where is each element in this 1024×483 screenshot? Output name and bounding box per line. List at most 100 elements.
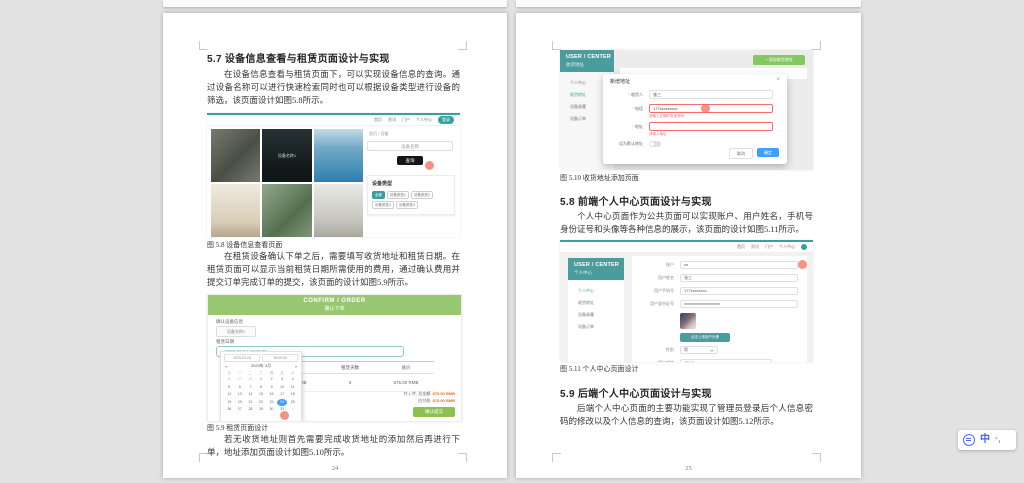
calendar-day-cell: 7 bbox=[249, 384, 252, 389]
fig510-default-toggle bbox=[649, 141, 661, 147]
ime-punctuation-toggle[interactable]: °， bbox=[995, 437, 1005, 444]
previous-page-edge-left bbox=[163, 0, 507, 7]
ime-logo-icon[interactable] bbox=[963, 434, 975, 446]
fig511-sidebar-subtitle: 个人中心 bbox=[574, 270, 592, 275]
fig511-nav-link: 门户 bbox=[765, 244, 773, 249]
calendar-day-cell: 8 bbox=[260, 384, 262, 389]
calendar-day-cell: 22 bbox=[259, 399, 263, 404]
fig59-table-cell: 875.00 RMB bbox=[378, 374, 434, 392]
fig511-account-label: 账户 bbox=[666, 262, 674, 267]
fig511-email-input: 123@qq.com bbox=[680, 359, 772, 362]
fig59-payable-amount: 875.00 RMB bbox=[432, 398, 455, 403]
calendar-day-cell: 3 bbox=[281, 377, 284, 381]
fig58-filter-chip: 设备类型3 bbox=[372, 201, 394, 209]
close-icon: × bbox=[776, 77, 780, 83]
fig511-account-input: zs bbox=[680, 261, 798, 269]
equipment-photo bbox=[262, 184, 312, 237]
calendar-day-cell: 4 bbox=[291, 377, 294, 381]
fig59-table-header-cell: 总价 bbox=[378, 361, 434, 374]
fig58-nav-link: 首页 bbox=[374, 117, 382, 122]
calendar-day-cell: 30 bbox=[269, 407, 274, 411]
fig511-phone-input: 177xxxxxxxx bbox=[680, 287, 798, 295]
figure-5-8-equipment-page: 首页 资讯 门户 个人中心 登录 设备名称1 首页 / 设备 设备名称 查询 设… bbox=[207, 113, 460, 237]
calendar-day-cell: 13 bbox=[237, 392, 242, 396]
fig510-sidebar-subtitle: 收货地址 bbox=[566, 62, 584, 67]
calendar-day-cell: 2 bbox=[270, 377, 273, 381]
fig510-receiver-input: 张三 bbox=[649, 90, 773, 99]
fig59-summary-amount: 875.00 RMB bbox=[432, 391, 455, 396]
fig59-summary-label: 共 1 件, 总金额: bbox=[403, 391, 432, 396]
calendar-day-cell: 1 bbox=[291, 407, 294, 411]
calendar-day-cell: 16 bbox=[269, 392, 274, 396]
fig510-phone-error: 请输入正确的电话号码 bbox=[649, 114, 684, 118]
fig58-filter-chip: 设备类型4 bbox=[395, 201, 418, 209]
fig511-name-label: 用户姓名 bbox=[658, 275, 674, 280]
fig511-sidebar-items: 个人中心 收货地址 设备收藏 设备订单 bbox=[568, 280, 624, 333]
fig510-phone-input: 177xxxxxxxxx bbox=[649, 104, 773, 113]
fig59-device-label: 确认设备信息 bbox=[216, 319, 243, 324]
section-heading-5-9: 5.9 后端个人中心页面设计与实现 bbox=[560, 389, 712, 400]
fig58-photo-grid: 设备名称1 bbox=[211, 129, 363, 237]
margin-mark bbox=[552, 453, 561, 462]
paragraph: 个人中心页面作为公共页面可以实现账户、用户姓名，手机号身份证号和头像等各种信息的… bbox=[560, 211, 813, 234]
next-month-icon: » bbox=[294, 363, 297, 369]
fig59-table-cell: 3 bbox=[322, 374, 378, 392]
fig58-filter-card: 设备类型 全部 设备类型1 设备类型2 设备类型3 设备类型4 bbox=[367, 175, 455, 215]
calendar-day-cell: 19 bbox=[227, 399, 232, 404]
fig59-payable-line: 应付款: 875.00 RMB bbox=[418, 398, 455, 404]
fig510-address-error: 请输入地址 bbox=[649, 132, 667, 136]
fig511-phone-label: 用户手机号 bbox=[654, 288, 674, 293]
ime-language-toggle[interactable]: 中 bbox=[980, 435, 990, 445]
required-mark: * bbox=[632, 106, 634, 111]
fig511-nav-link: 个人中心 bbox=[779, 244, 795, 249]
ime-status-bar[interactable]: 中 °， bbox=[958, 430, 1016, 450]
fig510-receiver-label: 收货人 bbox=[631, 92, 643, 97]
figure-5-10-address-page: USER / CENTER 收货地址 个人中心 收货地址 设备收藏 设备订单 +… bbox=[560, 50, 813, 170]
calendar-day-cell: 21 bbox=[248, 399, 253, 404]
fig59-datepicker-time-field: 18:00:00 bbox=[262, 354, 298, 362]
fig510-modal-title: 新增地址 bbox=[610, 79, 631, 85]
fig511-sidebar-item: 收货地址 bbox=[578, 300, 594, 305]
fig510-sidebar-title: USER / CENTER bbox=[566, 54, 612, 60]
document-page-24: 5.7 设备信息查看与租赁页面设计与实现 在设备信息查看与租赁页面下，可以实现设… bbox=[163, 13, 507, 478]
paragraph: 在租赁设备确认下单之后，需要填写收货地址和租赁日期。在租赁页面可以显示当前租赁日… bbox=[207, 251, 460, 287]
fig59-calendar-nav: « 2023年 3月 » bbox=[221, 362, 301, 370]
figure-caption: 图 5.8 设备信息查看页面 bbox=[207, 241, 283, 249]
fig58-filter-title: 设备类型 bbox=[372, 181, 393, 187]
calendar-day-cell: 1 bbox=[260, 377, 262, 381]
fig510-phone-row: *电话 177xxxxxxxxx bbox=[603, 104, 787, 114]
fig59-datepicker-date-field: 2023-03-24 bbox=[224, 354, 260, 362]
calendar-day-cell: 28 bbox=[248, 407, 253, 411]
calendar-days: 26 27 28 1 2 3 4 5 6 7 8 9 10 11 12 13 14 15 16 17 18 19 20 21 2… bbox=[221, 376, 301, 414]
fig511-email-label: 用户邮箱 bbox=[632, 359, 674, 362]
calendar-day-cell: 24 bbox=[276, 398, 288, 406]
calendar-day-cell: 11 bbox=[290, 384, 295, 389]
fig59-header: CONFIRM / ORDER 确认下单 bbox=[208, 295, 461, 315]
equipment-photo-label: 设备名称1 bbox=[277, 152, 297, 158]
fig511-sidebar: USER / CENTER 个人中心 个人中心 收货地址 设备收藏 设备订单 bbox=[568, 258, 624, 362]
calendar-day-cell: 27 bbox=[237, 377, 242, 381]
fig59-table-header-cell: 租赁天数 bbox=[322, 361, 378, 374]
fig59-payable-label: 应付款: bbox=[418, 398, 432, 403]
calendar-day-cell: 14 bbox=[248, 392, 253, 396]
fig510-add-address-modal: 新增地址 × * 收货人 张三 *电话 177xxxxxxxxx 请输入正确的电话… bbox=[603, 74, 787, 164]
fig58-nav-link: 资讯 bbox=[388, 117, 396, 122]
fig510-cancel-button: 取消 bbox=[729, 148, 753, 159]
calendar-day-cell: 25 bbox=[290, 399, 295, 404]
calendar-day-cell: 26 bbox=[227, 377, 232, 381]
fig58-login-button: 登录 bbox=[438, 116, 454, 124]
fig510-default-label: 设为默认地址 bbox=[619, 141, 643, 146]
cursor-indicator bbox=[280, 411, 289, 420]
margin-mark bbox=[812, 453, 821, 462]
page-number: 25 bbox=[685, 465, 692, 472]
fig510-address-input bbox=[649, 122, 773, 131]
fig510-address-label: 地址 bbox=[635, 124, 643, 129]
fig58-breadcrumb: 首页 / 设备 bbox=[369, 131, 389, 136]
required-mark: * bbox=[632, 124, 634, 129]
fig59-header-title: CONFIRM / ORDER bbox=[303, 298, 366, 304]
fig510-sidebar-header: USER / CENTER 收货地址 bbox=[560, 50, 614, 72]
page-number: 24 bbox=[331, 465, 339, 472]
figure-caption: 图 5.11 个人中心页面设计 bbox=[560, 365, 639, 373]
fig58-nav-link: 个人中心 bbox=[416, 117, 432, 122]
fig511-sidebar-item: 设备订单 bbox=[578, 324, 594, 329]
